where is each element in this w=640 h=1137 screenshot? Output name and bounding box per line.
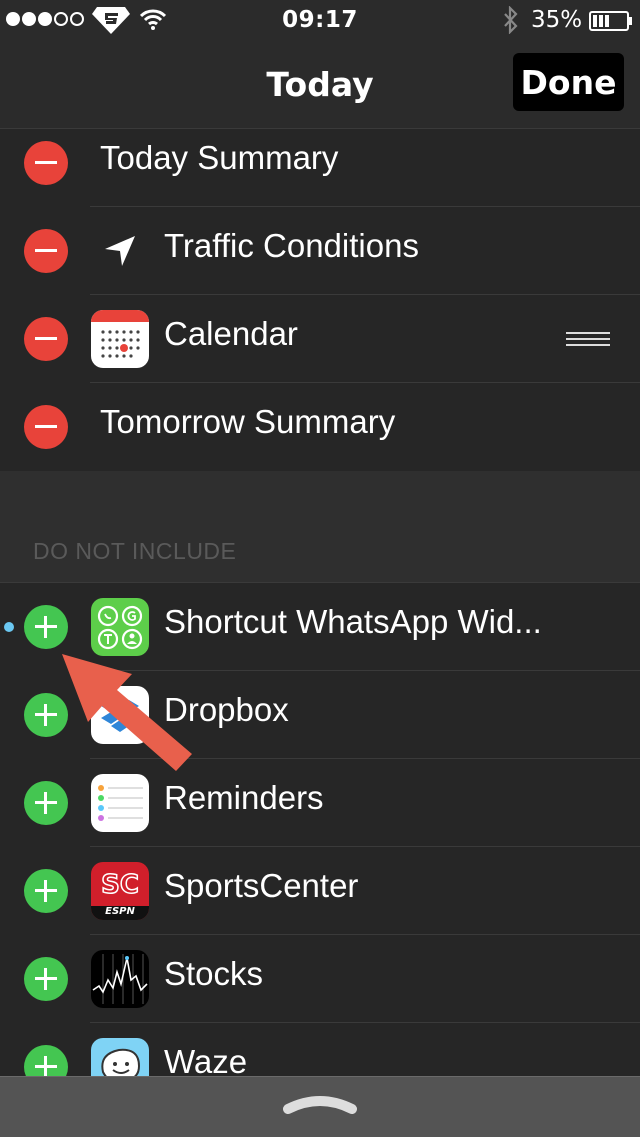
done-button[interactable]: Done bbox=[513, 53, 624, 111]
sportscenter-app-icon: SC ESPN bbox=[91, 862, 149, 920]
section-header: DO NOT INCLUDE bbox=[33, 538, 237, 564]
section-spacer bbox=[0, 471, 640, 582]
add-button[interactable] bbox=[24, 693, 68, 737]
widget-label: Dropbox bbox=[164, 691, 289, 728]
plus-icon bbox=[44, 704, 47, 726]
reminders-app-icon bbox=[91, 774, 149, 832]
bluetooth-icon bbox=[504, 6, 518, 34]
add-button[interactable] bbox=[24, 781, 68, 825]
widget-label: Reminders bbox=[164, 779, 324, 816]
widget-row-shortcut-whatsapp: Shortcut WhatsApp Wid... bbox=[0, 583, 640, 671]
remove-button[interactable] bbox=[24, 405, 68, 449]
plus-icon bbox=[44, 968, 47, 990]
widget-row-traffic-conditions: Traffic Conditions bbox=[0, 207, 640, 295]
chevron-up-icon[interactable] bbox=[282, 1091, 358, 1115]
widget-label: Tomorrow Summary bbox=[100, 403, 396, 440]
minus-icon bbox=[35, 161, 57, 164]
widget-row-reminders: Reminders bbox=[0, 759, 640, 847]
widget-label: SportsCenter bbox=[164, 867, 359, 904]
widget-row-stocks: Stocks bbox=[0, 935, 640, 1023]
plus-icon bbox=[44, 880, 47, 902]
plus-icon bbox=[44, 792, 47, 814]
whatsapp-shortcut-app-icon bbox=[91, 598, 149, 656]
add-button[interactable] bbox=[24, 605, 68, 649]
widget-row-today-summary: Today Summary bbox=[0, 119, 640, 207]
add-button[interactable] bbox=[24, 957, 68, 1001]
widget-label: Stocks bbox=[164, 955, 264, 992]
remove-button[interactable] bbox=[24, 229, 68, 273]
widget-label: Shortcut WhatsApp Wid... bbox=[164, 603, 542, 640]
widget-label: Traffic Conditions bbox=[164, 227, 419, 264]
battery-percent: 35% bbox=[531, 7, 583, 33]
dropbox-app-icon bbox=[91, 686, 149, 744]
widget-row-calendar: Calendar bbox=[0, 295, 640, 383]
calendar-app-icon bbox=[91, 310, 149, 368]
add-button[interactable] bbox=[24, 869, 68, 913]
new-indicator-dot bbox=[4, 622, 14, 632]
status-bar: 09:17 35% bbox=[0, 0, 640, 40]
reorder-handle-icon[interactable] bbox=[566, 332, 610, 346]
minus-icon bbox=[35, 425, 57, 428]
espn-brand-text: ESPN bbox=[105, 906, 135, 917]
remove-button[interactable] bbox=[24, 317, 68, 361]
widget-row-sportscenter: SC ESPN SportsCenter bbox=[0, 847, 640, 935]
sportscenter-icon-text: SC bbox=[100, 869, 139, 901]
minus-icon bbox=[35, 249, 57, 252]
widget-label: Calendar bbox=[164, 315, 298, 352]
widget-row-dropbox: Dropbox bbox=[0, 671, 640, 759]
widget-row-tomorrow-summary: Tomorrow Summary bbox=[0, 383, 640, 471]
battery-icon bbox=[589, 11, 632, 31]
navigation-bar: Today Done bbox=[0, 40, 640, 129]
minus-icon bbox=[35, 337, 57, 340]
bottom-bar bbox=[0, 1076, 640, 1137]
plus-icon bbox=[44, 616, 47, 638]
remove-button[interactable] bbox=[24, 141, 68, 185]
location-arrow-icon bbox=[105, 236, 135, 266]
plus-icon bbox=[44, 1056, 47, 1078]
stocks-app-icon bbox=[91, 950, 149, 1008]
widget-label: Today Summary bbox=[100, 139, 339, 176]
